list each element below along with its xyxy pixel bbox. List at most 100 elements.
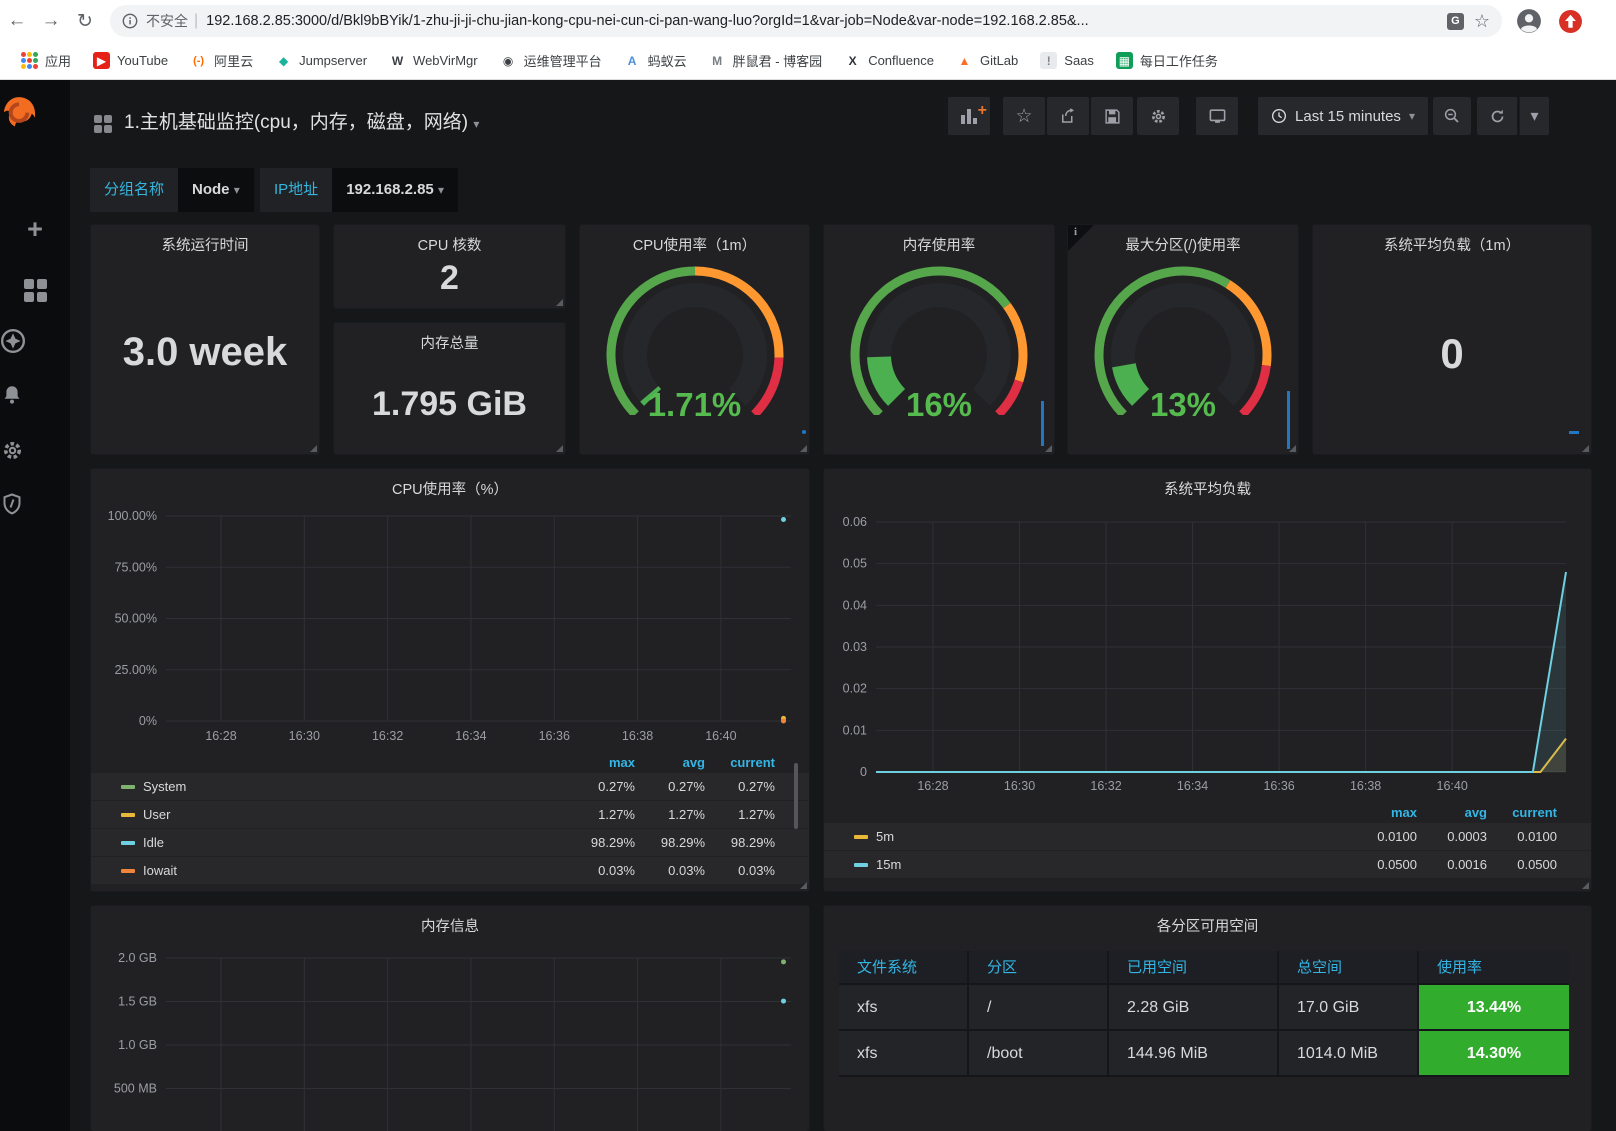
legend-column-avg[interactable]: avg — [1417, 805, 1487, 820]
site-info-icon[interactable] — [122, 13, 138, 29]
column-header[interactable]: 文件系统 — [839, 951, 969, 985]
refresh-button[interactable] — [1477, 97, 1517, 135]
column-header[interactable]: 总空间 — [1279, 951, 1419, 985]
bookmark-item[interactable]: XConfluence — [833, 48, 945, 74]
star-dashboard-button[interactable]: ☆ — [1003, 97, 1045, 135]
legend-value: 0.0003 — [1417, 829, 1487, 844]
legend-series-name[interactable]: System — [143, 779, 565, 794]
chrome-right-controls — [1516, 8, 1583, 34]
save-dashboard-button[interactable] — [1091, 97, 1133, 135]
legend-row: User1.27%1.27%1.27% — [91, 801, 809, 828]
refresh-interval-caret[interactable]: ▾ — [1519, 97, 1549, 135]
dashboards-icon[interactable] — [0, 276, 70, 302]
panel-title[interactable]: 最大分区(/)使用率 — [1068, 234, 1298, 255]
panel-cpu-gauge: CPU使用率（1m） 1.71% — [579, 224, 810, 455]
bookmark-item[interactable]: A蚂蚁云 — [613, 48, 698, 74]
zoom-out-icon — [1443, 107, 1461, 125]
grafana-logo[interactable] — [0, 94, 70, 132]
explore-compass-icon[interactable] — [0, 328, 70, 354]
bookmark-item[interactable]: ▶YouTube — [82, 48, 179, 74]
bookmark-item[interactable]: 应用 — [10, 48, 82, 74]
legend-series-name[interactable]: Iowait — [143, 863, 565, 878]
dashboard-settings-button[interactable] — [1137, 97, 1179, 135]
column-header[interactable]: 分区 — [969, 951, 1109, 985]
url-bar[interactable]: 不安全 | 192.168.2.85:3000/d/Bkl9bBYik/1-zh… — [110, 5, 1502, 37]
panel-resize-handle[interactable] — [1582, 882, 1589, 889]
legend-header: maxavgcurrent — [824, 801, 1591, 823]
bookmark-item[interactable]: ◉运维管理平台 — [489, 48, 613, 74]
server-admin-shield-icon[interactable] — [0, 492, 70, 516]
variable-value-dropdown[interactable]: 192.168.2.85 ▾ — [332, 168, 458, 212]
tv-mode-button[interactable] — [1196, 97, 1238, 135]
table-cell: 144.96 MiB — [1109, 1031, 1279, 1077]
panel-resize-handle[interactable] — [310, 445, 317, 452]
alerting-bell-icon[interactable] — [0, 383, 70, 407]
column-header[interactable]: 已用空间 — [1109, 951, 1279, 985]
panel-title[interactable]: 各分区可用空间 — [824, 915, 1591, 936]
panel-title[interactable]: CPU 核数 — [334, 234, 565, 255]
sheets-icon: ▦ — [1116, 52, 1133, 69]
bookmark-item[interactable]: ▦每日工作任务 — [1105, 48, 1229, 74]
legend-series-name[interactable]: 5m — [876, 829, 1347, 844]
time-range-picker[interactable]: Last 15 minutes ▾ — [1258, 97, 1428, 135]
legend-column-current[interactable]: current — [705, 755, 775, 770]
legend-column-max[interactable]: max — [565, 755, 635, 770]
svg-text:16:30: 16:30 — [289, 729, 320, 743]
profile-avatar-icon[interactable] — [1516, 8, 1542, 34]
create-plus-icon[interactable]: + — [0, 214, 70, 245]
legend-series-name[interactable]: User — [143, 807, 565, 822]
legend-column-avg[interactable]: avg — [635, 755, 705, 770]
bookmark-item[interactable]: WWebVirMgr — [378, 48, 489, 74]
panel-title[interactable]: 内存总量 — [334, 332, 565, 353]
legend-value: 0.0500 — [1487, 857, 1557, 872]
bookmark-item[interactable]: ▲GitLab — [945, 48, 1029, 74]
panel-title[interactable]: 系统平均负载（1m） — [1313, 234, 1591, 255]
legend-scrollbar[interactable] — [794, 763, 798, 829]
reload-icon[interactable]: ↻ — [68, 10, 102, 33]
legend-value: 0.27% — [565, 779, 635, 794]
sparkline-mark — [1287, 391, 1290, 449]
variable-group-name[interactable]: 分组名称 Node ▾ — [90, 168, 254, 212]
bookmark-star-icon[interactable]: ☆ — [1474, 11, 1490, 32]
load-plot: 0.060.050.040.030.020.01016:2816:3016:32… — [824, 469, 1593, 795]
svg-text:100.00%: 100.00% — [108, 509, 157, 523]
bookmark-item[interactable]: ◆Jumpserver — [264, 48, 378, 74]
configuration-gear-icon[interactable] — [0, 438, 70, 463]
svg-text:50.00%: 50.00% — [115, 612, 157, 626]
forward-icon[interactable]: → — [34, 10, 68, 32]
variable-group-ip[interactable]: IP地址 192.168.2.85 ▾ — [260, 168, 458, 212]
panel-resize-handle[interactable] — [1289, 445, 1296, 452]
legend-value: 1.27% — [635, 807, 705, 822]
panel-title[interactable]: CPU使用率（1m） — [580, 234, 809, 255]
bookmark-item[interactable]: (-)阿里云 — [179, 48, 264, 74]
save-icon — [1104, 108, 1121, 125]
legend-column-max[interactable]: max — [1347, 805, 1417, 820]
svg-text:0.04: 0.04 — [843, 598, 867, 612]
bookmark-label: Saas — [1064, 53, 1094, 68]
column-header[interactable]: 使用率 — [1419, 951, 1569, 985]
legend-column-current[interactable]: current — [1487, 805, 1557, 820]
bookmark-label: 蚂蚁云 — [648, 51, 687, 70]
translate-icon[interactable]: G — [1447, 13, 1464, 30]
panel-resize-handle[interactable] — [1582, 445, 1589, 452]
panel-title[interactable]: 系统运行时间 — [91, 234, 319, 255]
extension-badge-icon[interactable] — [1558, 9, 1583, 34]
bookmark-label: YouTube — [117, 53, 168, 68]
bookmark-item[interactable]: M胖鼠君 - 博客园 — [698, 48, 834, 74]
legend-series-name[interactable]: 15m — [876, 857, 1347, 872]
panel-resize-handle[interactable] — [800, 445, 807, 452]
variable-label: IP地址 — [260, 168, 332, 212]
legend-series-name[interactable]: Idle — [143, 835, 565, 850]
panel-resize-handle[interactable] — [556, 299, 563, 306]
add-panel-button[interactable]: + — [948, 97, 990, 135]
share-dashboard-button[interactable] — [1047, 97, 1089, 135]
bookmark-item[interactable]: !Saas — [1029, 48, 1105, 74]
back-icon[interactable]: ← — [0, 10, 34, 32]
panel-resize-handle[interactable] — [1045, 445, 1052, 452]
dashboard-title[interactable]: 1.主机基础监控(cpu，内存，磁盘，网络) ▾ — [124, 107, 479, 134]
panel-resize-handle[interactable] — [800, 882, 807, 889]
zoom-out-button[interactable] — [1433, 97, 1471, 135]
variable-value-dropdown[interactable]: Node ▾ — [178, 168, 254, 212]
panel-resize-handle[interactable] — [556, 445, 563, 452]
panel-title[interactable]: 内存使用率 — [824, 234, 1054, 255]
